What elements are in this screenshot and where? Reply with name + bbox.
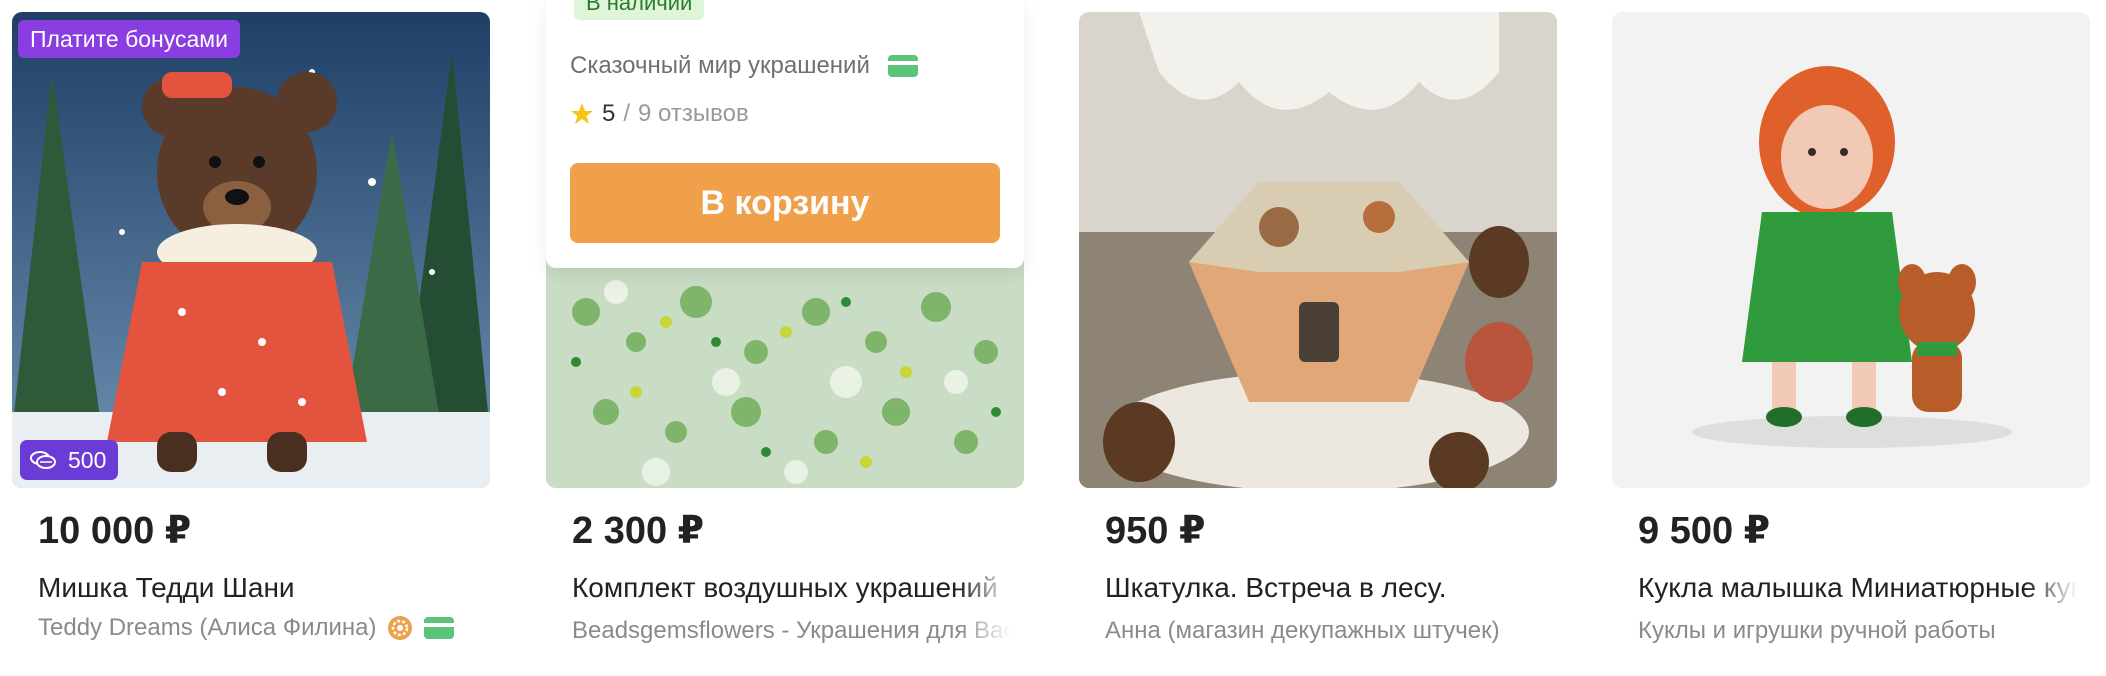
shop-name-row: Сказочный мир украшений (570, 52, 918, 80)
add-to-cart-button[interactable]: В корзину (570, 163, 1000, 243)
card-payment-icon (424, 617, 455, 639)
rating-row: 5 / 9 отзывов (570, 100, 749, 128)
reviews-count-link[interactable]: 9 отзывов (638, 100, 749, 128)
product-card[interactable]: Платите бонусами 500 10 000 ₽ Мишка Тедд… (12, 0, 490, 676)
rating-separator: / (623, 100, 631, 127)
seller-name[interactable]: Куклы и игрушки ручной работы (1638, 617, 1996, 645)
shop-name[interactable]: Сказочный мир украшений (570, 52, 870, 80)
product-card[interactable]: В наличии Сказочный мир украшений 5 / 9 … (546, 0, 1024, 676)
in-stock-badge: В наличии (574, 0, 705, 20)
product-title[interactable]: Комплект воздушных украшений (572, 572, 1012, 604)
bonus-points-value: 500 (68, 447, 107, 473)
seller-name[interactable]: Beadsgemsflowers - Украшения для Вас (572, 617, 1012, 645)
bonus-coins-icon (30, 451, 56, 469)
seller-name[interactable]: Teddy Dreams (Алиса Филина) (38, 614, 376, 642)
product-card[interactable]: 9 500 ₽ Кукла малышка Миниатюрные куклы … (1612, 0, 2090, 676)
master-badge-icon (388, 616, 413, 640)
seller-row: Teddy Dreams (Алиса Филина) (38, 614, 455, 642)
product-image-doll[interactable] (1612, 12, 2090, 488)
card-payment-icon (887, 55, 918, 77)
pay-with-bonuses-badge: Платите бонусами (18, 20, 240, 58)
product-title[interactable]: Мишка Тедди Шани (38, 572, 478, 604)
bonus-points-badge: 500 (20, 440, 119, 480)
rating-value: 5 (602, 100, 616, 127)
product-title[interactable]: Кукла малышка Миниатюрные куклы (1638, 572, 2078, 604)
product-price: 2 300 ₽ (572, 510, 705, 552)
product-price: 10 000 ₽ (38, 510, 192, 552)
product-title[interactable]: Шкатулка. Встреча в лесу. (1105, 572, 1545, 604)
seller-name[interactable]: Анна (магазин декупажных штучек) (1105, 617, 1500, 645)
product-image-box[interactable] (1079, 12, 1557, 488)
product-image-teddy-bear[interactable]: Платите бонусами 500 (12, 12, 490, 488)
product-card[interactable]: 950 ₽ Шкатулка. Встреча в лесу. Анна (ма… (1079, 0, 1557, 676)
product-price: 9 500 ₽ (1638, 510, 1771, 552)
product-price: 950 ₽ (1105, 510, 1206, 552)
star-icon (571, 103, 593, 124)
quick-view-popover: В наличии Сказочный мир украшений 5 / 9 … (546, 0, 1024, 268)
